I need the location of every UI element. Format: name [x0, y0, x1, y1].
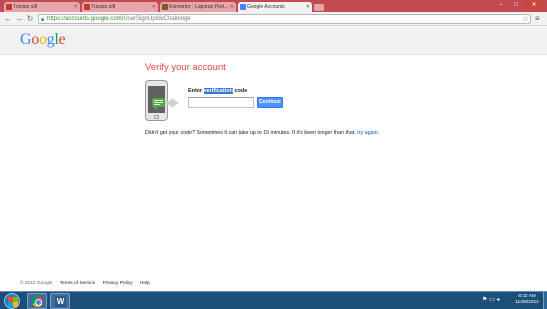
arrow-right-icon — [165, 98, 179, 108]
show-desktop-button[interactable] — [543, 292, 547, 309]
tab-strip: Travian sl8 ✕ Travian sl8 ✕ Konvertor - … — [0, 0, 547, 12]
start-button[interactable] — [4, 293, 20, 309]
close-window-button[interactable]: ✕ — [524, 1, 544, 9]
favicon-icon — [240, 4, 246, 10]
clock-date: 11/28/2012 — [515, 300, 539, 305]
wrench-menu-icon[interactable]: ≡ — [535, 14, 544, 24]
page-footer: © 2012 Google Terms of Service Privacy P… — [20, 281, 156, 286]
phone-home-button — [154, 115, 159, 119]
tab-label: Google Accounts — [247, 4, 285, 10]
close-tab-icon[interactable]: ✕ — [152, 2, 156, 12]
close-tab-icon[interactable]: ✕ — [74, 2, 78, 12]
tab-travian-1[interactable]: Travian sl8 ✕ — [4, 2, 80, 12]
address-bar[interactable]: ■ https://accounts.google.com/UserSignUp… — [38, 14, 531, 24]
taskbar: W ⚑ ▭ ◂ 8:32 AM 11/28/2012 — [0, 291, 547, 309]
minimize-button[interactable]: – — [494, 1, 508, 9]
flag-icon[interactable]: ⚑ — [482, 297, 487, 303]
browser-toolbar: ← → ↻ ■ https://accounts.google.com/User… — [0, 12, 547, 26]
copyright-text: © 2012 Google — [20, 281, 53, 286]
help-text: Didn't get your code? Sometimes it can t… — [145, 130, 380, 136]
favicon-icon — [6, 4, 12, 10]
selected-text: verification — [203, 88, 233, 94]
page-header: Google — [0, 27, 547, 55]
close-tab-icon[interactable]: ✕ — [230, 2, 234, 12]
tab-label: Travian sl8 — [91, 4, 116, 10]
bookmark-star-icon[interactable]: ☆ — [522, 14, 530, 24]
google-logo[interactable]: Google — [20, 31, 66, 49]
tab-label: Konvertor - Laporan Pert... — [169, 4, 229, 10]
tab-label: Travian sl8 — [13, 4, 38, 10]
network-icon[interactable]: ▭ — [489, 297, 495, 303]
lock-icon: ■ — [41, 17, 45, 23]
chrome-icon — [32, 296, 43, 307]
new-tab-button[interactable] — [314, 4, 324, 11]
url-path: /UserSignUpIdvChallenge — [121, 16, 191, 22]
tab-konvertor[interactable]: Konvertor - Laporan Pert... ✕ — [160, 2, 236, 12]
verification-code-input[interactable] — [188, 97, 254, 108]
volume-icon[interactable]: ◂ — [496, 297, 499, 303]
word-icon: W — [55, 296, 66, 307]
system-tray: ⚑ ▭ ◂ — [482, 296, 499, 303]
forward-icon[interactable]: → — [14, 14, 24, 24]
reload-icon[interactable]: ↻ — [25, 14, 35, 24]
tab-travian-2[interactable]: Travian sl8 ✕ — [82, 2, 158, 12]
back-icon[interactable]: ← — [3, 14, 13, 24]
try-again-link[interactable]: try again — [357, 130, 377, 136]
continue-button[interactable]: Continue — [257, 97, 283, 108]
phone-screen — [148, 86, 165, 113]
taskbar-word[interactable]: W — [50, 293, 70, 309]
sms-bubble-icon — [152, 98, 165, 110]
favicon-icon — [162, 4, 168, 10]
tab-google-accounts[interactable]: Google Accounts ✕ — [238, 2, 312, 12]
browser-window: Travian sl8 ✕ Travian sl8 ✕ Konvertor - … — [0, 0, 547, 309]
page-title: Verify your account — [145, 62, 226, 73]
maximize-button[interactable]: □ — [509, 1, 523, 9]
url-host: https://accounts.google.com — [47, 16, 122, 22]
close-tab-icon[interactable]: ✕ — [306, 2, 310, 12]
privacy-link[interactable]: Privacy Policy — [103, 281, 133, 286]
taskbar-chrome[interactable] — [27, 293, 47, 309]
favicon-icon — [84, 4, 90, 10]
clock[interactable]: 8:32 AM 11/28/2012 — [510, 294, 544, 306]
help-link[interactable]: Help — [140, 281, 150, 286]
code-field-label: Enter verification code — [188, 88, 248, 94]
terms-link[interactable]: Terms of Service — [60, 281, 96, 286]
